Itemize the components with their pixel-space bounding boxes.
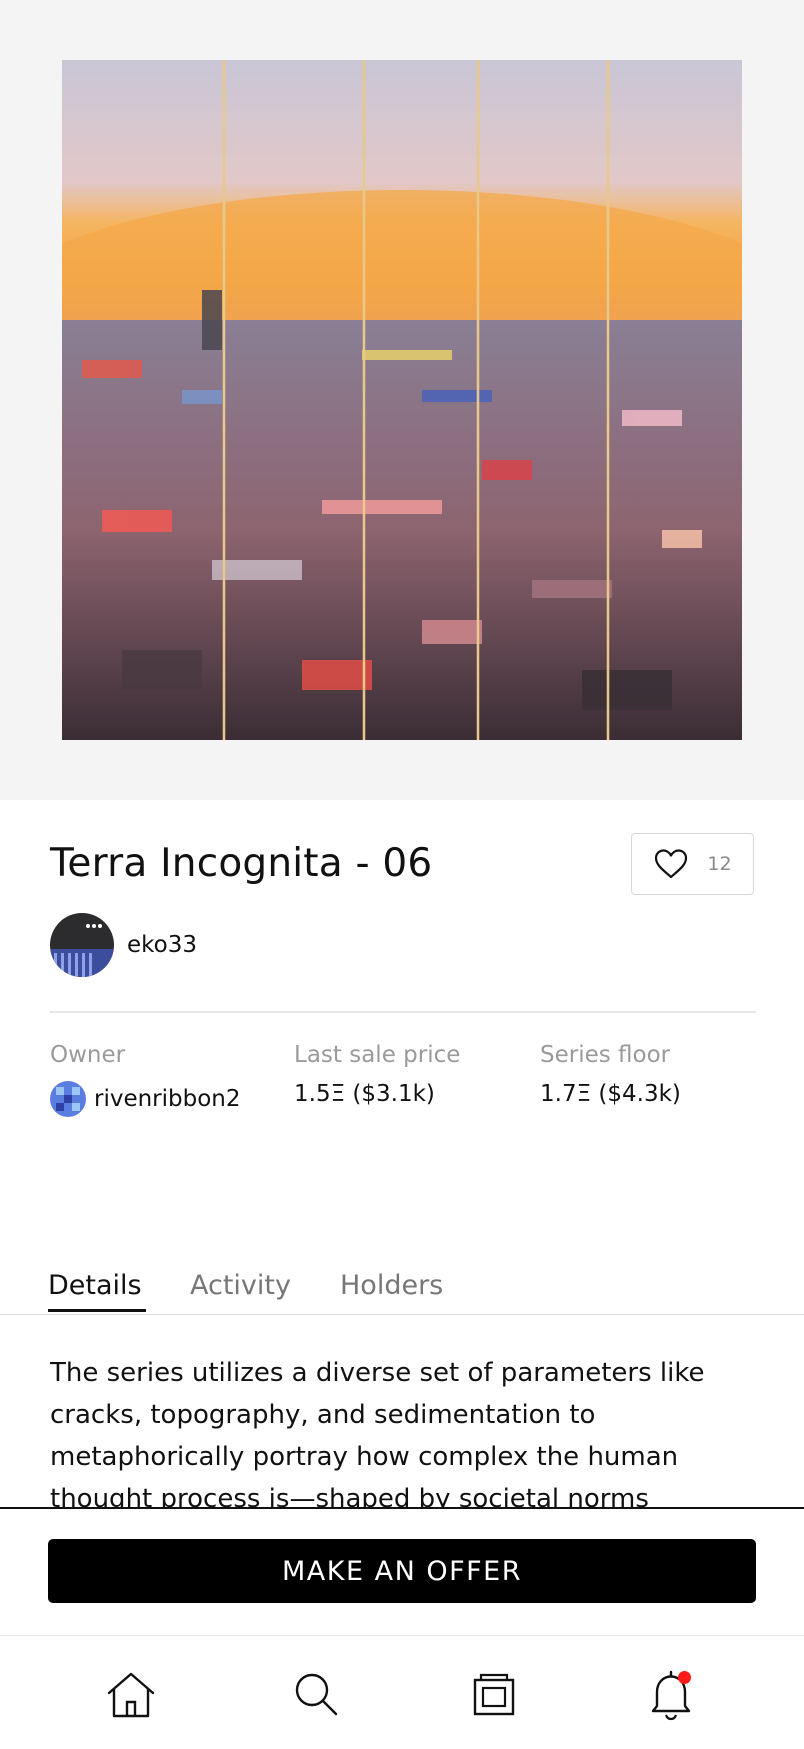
tab-details[interactable]: Details	[48, 1268, 142, 1304]
tab-bar: Details Activity Holders	[0, 1262, 804, 1315]
stat-owner: Owner rivenribbon2	[50, 1042, 241, 1117]
artist-link[interactable]: eko33	[50, 913, 197, 977]
make-offer-button[interactable]: MAKE AN OFFER	[48, 1539, 756, 1603]
series-floor-value: 1.7Ξ ($4.3k)	[540, 1081, 681, 1107]
stat-series-floor: Series floor 1.7Ξ ($4.3k)	[540, 1042, 681, 1107]
owner-name: rivenribbon2	[94, 1086, 241, 1112]
tab-activity[interactable]: Activity	[190, 1268, 291, 1304]
notification-badge	[678, 1671, 691, 1684]
owner-label: Owner	[50, 1042, 126, 1068]
divider	[50, 1011, 756, 1013]
heart-icon	[655, 849, 688, 879]
collection-icon	[473, 1673, 515, 1716]
bottom-nav	[0, 1635, 804, 1749]
nav-collection[interactable]	[466, 1666, 522, 1722]
title-row: Terra Incognita - 06 12	[50, 833, 756, 897]
nav-search[interactable]	[288, 1666, 344, 1722]
series-floor-label: Series floor	[540, 1042, 671, 1068]
like-button[interactable]: 12	[631, 833, 754, 895]
nav-home[interactable]	[103, 1666, 159, 1722]
active-tab-indicator	[48, 1309, 146, 1312]
description-text: The series utilizes a diverse set of par…	[50, 1358, 705, 1507]
action-bar: MAKE AN OFFER	[0, 1507, 804, 1637]
artwork-image[interactable]	[62, 60, 742, 740]
nav-notifications[interactable]	[643, 1666, 699, 1722]
home-icon	[107, 1672, 155, 1718]
avatar	[50, 913, 114, 977]
artist-name: eko33	[127, 932, 197, 958]
owner-avatar	[50, 1081, 86, 1117]
like-count: 12	[707, 853, 732, 875]
stat-last-sale: Last sale price 1.5Ξ ($3.1k)	[294, 1042, 460, 1107]
search-icon	[295, 1673, 338, 1716]
stats-row: Owner rivenribbon2 Last sale price 1.5Ξ …	[50, 1042, 756, 1122]
artwork-hero	[0, 0, 804, 800]
last-sale-label: Last sale price	[294, 1042, 461, 1068]
owner-link[interactable]: rivenribbon2	[50, 1081, 241, 1117]
tab-holders[interactable]: Holders	[340, 1268, 443, 1304]
last-sale-value: 1.5Ξ ($3.1k)	[294, 1081, 435, 1107]
page-title: Terra Incognita - 06	[50, 841, 433, 886]
